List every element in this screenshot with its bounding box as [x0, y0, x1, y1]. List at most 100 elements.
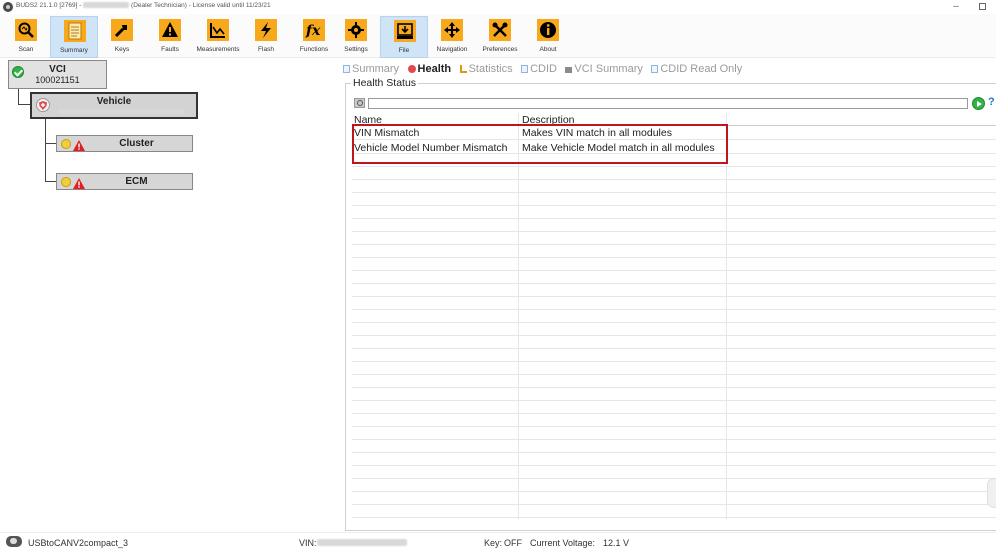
fx-function-icon: fx — [303, 19, 325, 41]
tab-cdid[interactable]: CDID — [521, 63, 557, 75]
measurement-graph-icon — [207, 19, 229, 41]
warning-triangle-icon — [159, 19, 181, 41]
row-divider — [352, 452, 996, 453]
row-divider — [352, 374, 996, 375]
document-icon — [651, 65, 659, 73]
highlight-annotation — [352, 124, 728, 164]
redacted-user — [83, 2, 130, 9]
row-divider — [352, 387, 996, 388]
row-divider — [352, 335, 996, 336]
restore-button[interactable] — [970, 0, 994, 14]
row-divider — [352, 504, 996, 505]
flash-button[interactable]: Flash — [242, 16, 290, 58]
row-divider — [352, 322, 996, 323]
vin-label: VIN: — [299, 538, 317, 548]
key-icon — [111, 19, 133, 41]
window-title-bar: BUDS2 21.1.0 [2769] - (Dealer Technician… — [0, 0, 996, 14]
window-title: BUDS2 21.1.0 [2769] - (Dealer Technician… — [16, 2, 271, 9]
about-button[interactable]: About — [524, 16, 572, 58]
voltage-label: Current Voltage: — [530, 538, 596, 548]
main-toolbar: Scan Summary Keys Faults Measurements Fl… — [0, 14, 996, 58]
bar-stats-icon — [459, 65, 467, 73]
row-divider — [352, 244, 996, 245]
keys-button[interactable]: Keys — [98, 16, 146, 58]
go-button[interactable] — [972, 97, 985, 110]
tree-connector — [45, 119, 46, 182]
detail-tabs: Summary Health Statistics CDID VCI Summa… — [343, 59, 746, 75]
lightning-bolt-icon — [255, 19, 277, 41]
gear-icon — [345, 19, 367, 41]
svg-text:fx: fx — [305, 23, 321, 39]
search-icon[interactable] — [354, 98, 365, 108]
document-icon — [343, 65, 350, 73]
row-divider — [352, 413, 996, 414]
row-divider — [352, 231, 996, 232]
adapter-name: USBtoCANV2compact_3 — [28, 538, 129, 548]
app-logo-icon — [3, 2, 13, 12]
tree-connector — [18, 89, 19, 105]
row-divider — [352, 179, 996, 180]
row-divider — [352, 400, 996, 401]
document-summary-icon — [64, 20, 86, 42]
faults-button[interactable]: Faults — [146, 16, 194, 58]
row-divider — [352, 192, 996, 193]
tab-statistics[interactable]: Statistics — [459, 63, 513, 75]
tools-wrench-icon — [489, 19, 511, 41]
preferences-button[interactable]: Preferences — [476, 16, 524, 58]
vci-card-icon — [565, 67, 573, 73]
tree-node-cluster[interactable]: Cluster — [56, 135, 193, 152]
row-divider — [352, 283, 996, 284]
row-divider — [352, 465, 996, 466]
navigation-arrows-icon — [441, 19, 463, 41]
tab-summary[interactable]: Summary — [343, 63, 399, 75]
usb-adapter-icon — [6, 536, 22, 547]
row-divider — [352, 439, 996, 440]
search-input[interactable] — [368, 98, 968, 109]
key-value: OFF — [504, 538, 522, 548]
row-divider — [352, 166, 996, 167]
tree-node-ecm[interactable]: ECM — [56, 173, 193, 190]
tree-node-vehicle[interactable]: Vehicle — [30, 92, 198, 119]
minimize-button[interactable]: – — [944, 0, 968, 14]
summary-button[interactable]: Summary — [50, 16, 98, 58]
file-button[interactable]: File — [380, 16, 428, 58]
measurements-button[interactable]: Measurements — [194, 16, 242, 58]
row-divider — [352, 270, 996, 271]
row-divider — [352, 309, 996, 310]
tree-node-vci[interactable]: VCI 100021151 — [8, 60, 107, 89]
row-divider — [352, 348, 996, 349]
row-divider — [352, 257, 996, 258]
row-divider — [352, 361, 996, 362]
redacted-vin — [317, 539, 407, 546]
download-file-icon — [394, 20, 416, 42]
voltage-value: 12.1 V — [603, 538, 630, 548]
restore-icon — [978, 3, 986, 10]
row-divider — [352, 478, 996, 479]
scan-button[interactable]: Scan — [2, 16, 50, 58]
settings-button[interactable]: Settings — [332, 16, 380, 58]
document-icon — [521, 65, 529, 73]
row-divider — [352, 426, 996, 427]
navigation-button[interactable]: Navigation — [428, 16, 476, 58]
group-title: Health Status — [351, 77, 419, 89]
scroll-handle[interactable] — [987, 478, 996, 508]
column-divider — [518, 113, 519, 519]
tab-vci-summary[interactable]: VCI Summary — [565, 63, 643, 75]
magnifier-scan-icon — [15, 19, 37, 41]
functions-button[interactable]: fx Functions — [290, 16, 338, 58]
health-table: Name Description VIN Mismatch Makes VIN … — [352, 113, 996, 519]
info-icon — [537, 19, 559, 41]
status-bar: USBtoCANV2compact_3 VIN: Key: OFF Curren… — [0, 532, 996, 549]
key-label: Key: — [484, 538, 503, 548]
shield-health-icon — [407, 65, 416, 73]
row-divider — [352, 218, 996, 219]
tab-cdid-read-only[interactable]: CDID Read Only — [651, 63, 742, 75]
row-divider — [352, 205, 996, 206]
tab-health[interactable]: Health — [407, 63, 451, 75]
redacted-vehicle-info — [58, 109, 184, 114]
filter-icon[interactable]: ? — [988, 96, 995, 108]
column-divider — [726, 113, 727, 519]
row-divider — [352, 491, 996, 492]
row-divider — [352, 296, 996, 297]
row-divider — [352, 517, 996, 518]
